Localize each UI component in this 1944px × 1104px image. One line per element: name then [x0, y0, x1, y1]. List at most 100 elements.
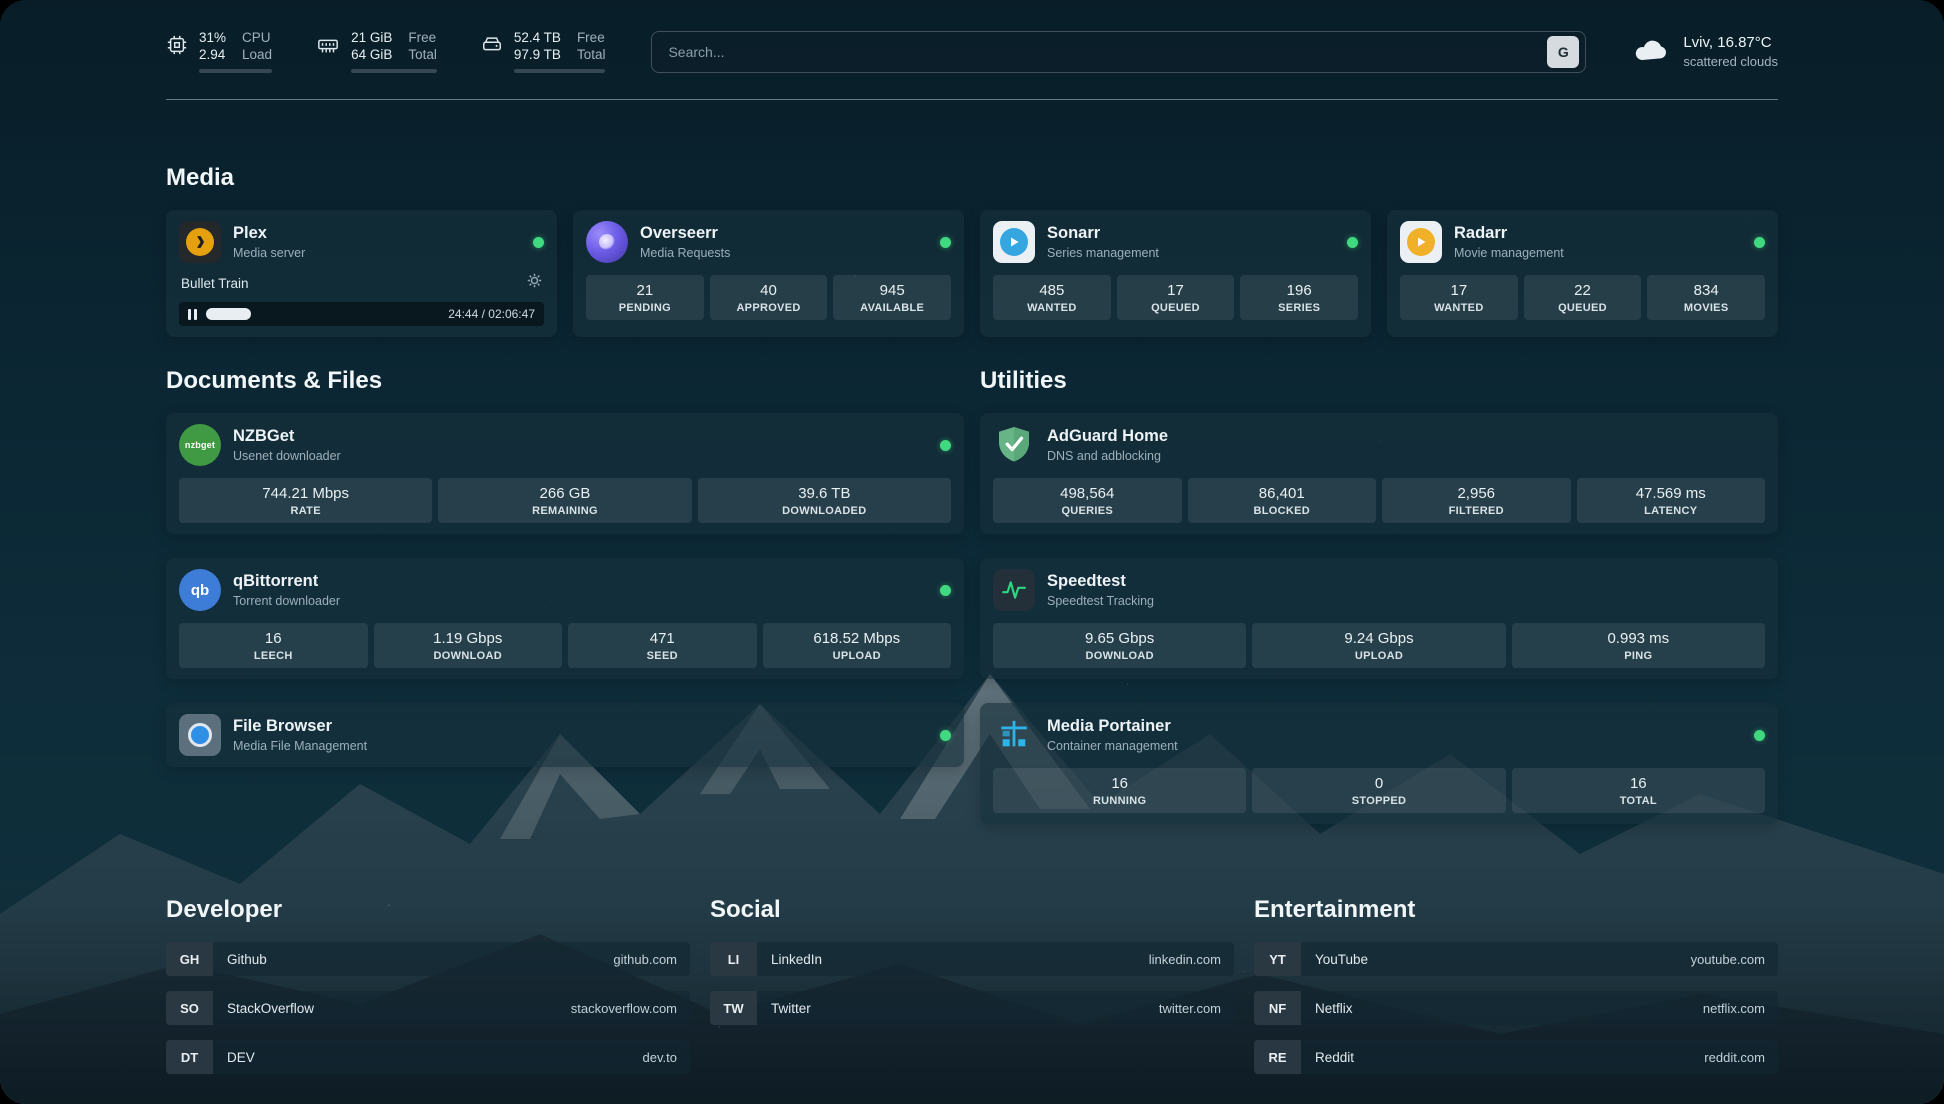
section-title-utilities: Utilities: [980, 367, 1778, 395]
app-desc: Media server: [233, 246, 305, 260]
filebrowser-card[interactable]: File Browser Media File Management: [166, 703, 964, 767]
cpu-icon: [166, 34, 188, 61]
app-desc: Speedtest Tracking: [1047, 594, 1154, 608]
stat-queued: 17QUEUED: [1117, 275, 1235, 320]
link-abbr: SO: [166, 991, 213, 1025]
portainer-card[interactable]: Media Portainer Container management 16R…: [980, 703, 1778, 824]
search-engine-button[interactable]: G: [1547, 36, 1579, 68]
cpu-label: CPU: [242, 30, 272, 45]
status-dot: [1347, 237, 1358, 248]
stat-pending: 21PENDING: [586, 275, 704, 320]
app-desc: Media File Management: [233, 739, 367, 753]
plex-icon: [179, 221, 221, 263]
link-abbr: DT: [166, 1040, 213, 1074]
stat-queries: 498,564QUERIES: [993, 478, 1182, 523]
nzbget-icon: nzbget: [179, 424, 221, 466]
disk-total-label: Total: [577, 47, 606, 62]
stat-upload: 618.52 MbpsUPLOAD: [763, 623, 952, 668]
app-desc: DNS and adblocking: [1047, 449, 1168, 463]
section-title-media: Media: [166, 164, 1778, 192]
sonarr-icon: [993, 221, 1035, 263]
app-name: AdGuard Home: [1047, 427, 1168, 446]
disk-total-value: 97.9 TB: [514, 47, 561, 62]
adguard-card[interactable]: AdGuard Home DNS and adblocking 498,564Q…: [980, 413, 1778, 534]
pause-button[interactable]: [188, 309, 197, 320]
stat-movies: 834MOVIES: [1647, 275, 1765, 320]
overseerr-card[interactable]: Overseerr Media Requests 21PENDING 40APP…: [573, 210, 964, 337]
section-social: Social LI LinkedIn linkedin.com TW Twitt…: [710, 896, 1234, 1089]
filebrowser-icon: [179, 714, 221, 756]
link-twitter[interactable]: TW Twitter twitter.com: [710, 991, 1234, 1025]
stat-approved: 40APPROVED: [710, 275, 828, 320]
link-abbr: TW: [710, 991, 757, 1025]
section-documents: Documents & Files nzbget NZBGet Usenet d…: [166, 367, 964, 848]
status-dot: [940, 585, 951, 596]
disk-icon: [481, 34, 503, 61]
section-title-social: Social: [710, 896, 1234, 924]
link-dev[interactable]: DT DEV dev.to: [166, 1040, 690, 1074]
nzbget-card[interactable]: nzbget NZBGet Usenet downloader 744.21 M…: [166, 413, 964, 534]
link-reddit[interactable]: RE Reddit reddit.com: [1254, 1040, 1778, 1074]
search-input[interactable]: [668, 44, 1547, 60]
gear-icon[interactable]: [527, 273, 542, 293]
weather-condition: scattered clouds: [1683, 54, 1778, 69]
stat-series: 196SERIES: [1240, 275, 1358, 320]
stat-latency: 47.569 msLATENCY: [1577, 478, 1766, 523]
portainer-icon: [993, 714, 1035, 756]
stat-running: 16RUNNING: [993, 768, 1246, 813]
cpu-percent: 31%: [199, 30, 226, 45]
search-bar: G: [651, 31, 1586, 73]
memory-total-value: 64 GiB: [351, 47, 392, 62]
adguard-shield-icon: [993, 424, 1035, 466]
topbar-divider: [166, 99, 1778, 100]
now-playing-bar: 24:44 / 02:06:47: [179, 302, 544, 326]
link-linkedin[interactable]: LI LinkedIn linkedin.com: [710, 942, 1234, 976]
speedtest-icon: [993, 569, 1035, 611]
status-dot: [940, 730, 951, 741]
link-stackoverflow[interactable]: SO StackOverflow stackoverflow.com: [166, 991, 690, 1025]
playback-progress[interactable]: [206, 308, 439, 320]
playback-time: 24:44 / 02:06:47: [448, 307, 535, 321]
sonarr-card[interactable]: Sonarr Series management 485WANTED 17QUE…: [980, 210, 1371, 337]
cpu-load-value: 2.94: [199, 47, 226, 62]
link-abbr: RE: [1254, 1040, 1301, 1074]
stat-ping: 0.993 msPING: [1512, 623, 1765, 668]
stat-total: 16TOTAL: [1512, 768, 1765, 813]
section-title-developer: Developer: [166, 896, 690, 924]
link-netflix[interactable]: NF Netflix netflix.com: [1254, 991, 1778, 1025]
status-dot: [533, 237, 544, 248]
topbar: 31% CPU 2.94 Load 21: [166, 30, 1778, 73]
link-abbr: NF: [1254, 991, 1301, 1025]
link-github[interactable]: GH Github github.com: [166, 942, 690, 976]
app-desc: Torrent downloader: [233, 594, 340, 608]
disk-free-label: Free: [577, 30, 606, 45]
overseerr-icon: [586, 221, 628, 263]
app-name: File Browser: [233, 717, 367, 736]
stat-filtered: 2,956FILTERED: [1382, 478, 1571, 523]
memory-free-value: 21 GiB: [351, 30, 392, 45]
app-name: Plex: [233, 224, 305, 243]
stat-stopped: 0STOPPED: [1252, 768, 1505, 813]
cpu-load-label: Load: [242, 47, 272, 62]
status-dot: [940, 440, 951, 451]
app-desc: Media Requests: [640, 246, 730, 260]
stat-leech: 16LEECH: [179, 623, 368, 668]
app-name: Speedtest: [1047, 572, 1154, 591]
section-title-documents: Documents & Files: [166, 367, 964, 395]
stat-rate: 744.21 MbpsRATE: [179, 478, 432, 523]
memory-free-label: Free: [408, 30, 437, 45]
radarr-card[interactable]: Radarr Movie management 17WANTED 22QUEUE…: [1387, 210, 1778, 337]
stat-seed: 471SEED: [568, 623, 757, 668]
cloud-icon: [1632, 36, 1670, 67]
qbittorrent-card[interactable]: qb qBittorrent Torrent downloader 16LEEC…: [166, 558, 964, 679]
disk-widget: 52.4 TB Free 97.9 TB Total: [481, 30, 606, 73]
speedtest-card[interactable]: Speedtest Speedtest Tracking 9.65 GbpsDO…: [980, 558, 1778, 679]
link-youtube[interactable]: YT YouTube youtube.com: [1254, 942, 1778, 976]
status-dot: [1754, 730, 1765, 741]
link-abbr: LI: [710, 942, 757, 976]
status-dot: [940, 237, 951, 248]
now-playing-title: Bullet Train: [181, 276, 249, 291]
plex-card[interactable]: Plex Media server Bullet Train: [166, 210, 557, 337]
section-utilities: Utilities AdGuard Home DNS and: [980, 367, 1778, 848]
qbittorrent-icon: qb: [179, 569, 221, 611]
